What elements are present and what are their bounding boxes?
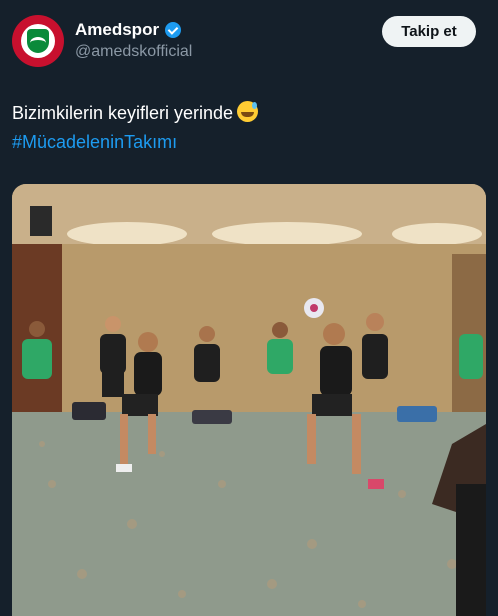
amedspor-crest-icon [21, 24, 55, 58]
verified-badge-icon [165, 22, 182, 38]
tweet-text: Bizimkilerin keyifleri yerinde [12, 103, 234, 123]
author-name[interactable]: Amedspor [75, 20, 159, 40]
video-frame [12, 184, 486, 616]
author-handle[interactable]: @amedskofficial [75, 43, 192, 61]
speaker-icon [30, 206, 52, 236]
grinning-face-with-sweat-icon [237, 101, 259, 122]
tweet-body: Bizimkilerin keyifleri yerinde #Mücadele… [12, 99, 259, 157]
author-avatar[interactable] [12, 15, 64, 67]
tweet-video[interactable] [12, 184, 486, 616]
follow-button[interactable]: Takip et [382, 16, 476, 47]
hashtag-link[interactable]: #MücadeleninTakımı [12, 132, 177, 152]
author-name-row[interactable]: Amedspor [75, 20, 182, 40]
